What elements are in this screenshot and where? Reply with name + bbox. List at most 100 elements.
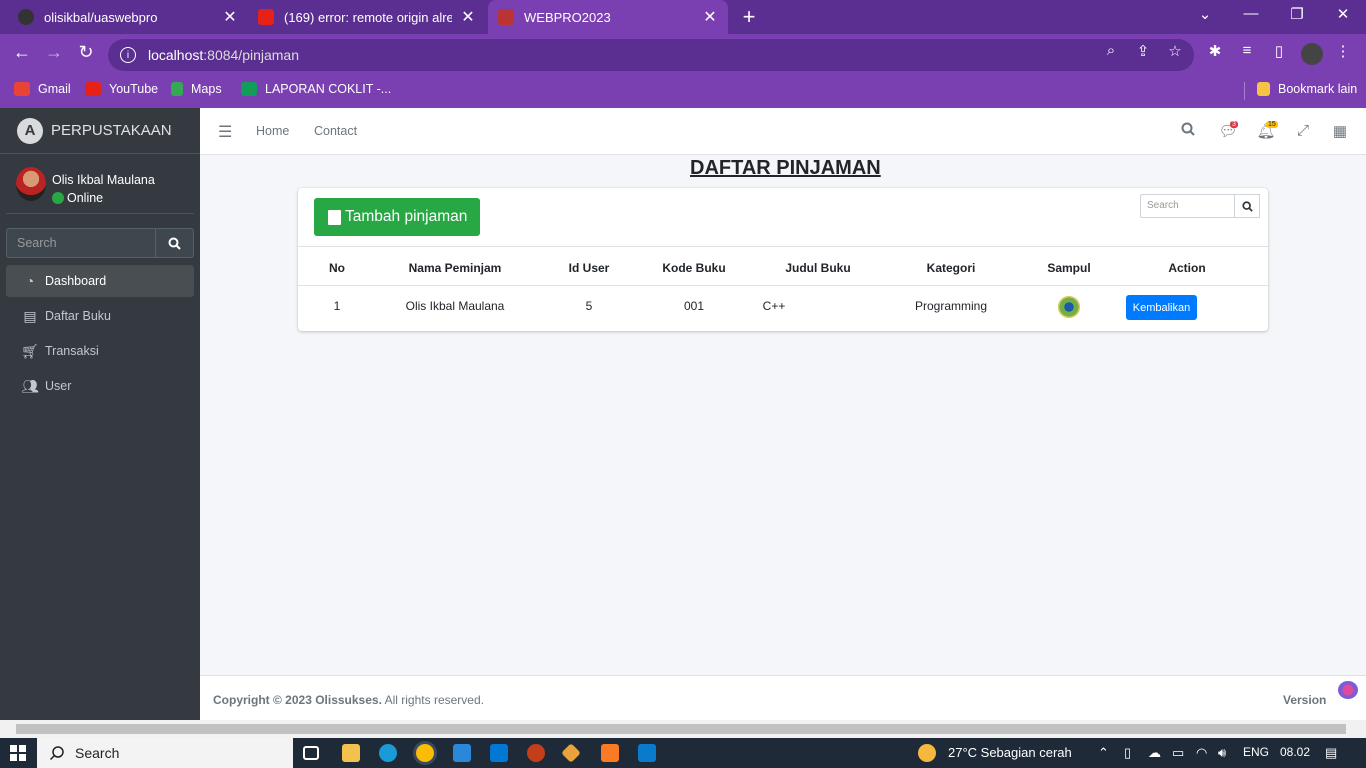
column-header-id-user: Id User (568, 261, 610, 275)
weather-icon[interactable] (918, 744, 936, 762)
volume-icon[interactable]: 🔊︎ (1218, 745, 1226, 761)
chrome-icon[interactable] (416, 744, 434, 762)
browser-tab-github[interactable]: olisikbal/uaswebpro ✕ (8, 0, 248, 34)
kembalikan-button[interactable]: Kembalikan (1126, 295, 1197, 320)
brand-link[interactable]: A PERPUSTAKAAN (0, 108, 200, 154)
sidebar-nav: ◔ Dashboard ▤ Daftar Buku 🛒︎ Transaksi 👥︎ Us… (6, 265, 194, 405)
hamburger-menu-icon[interactable]: ☰ (218, 122, 232, 142)
cloud-icon[interactable]: ☁ (1148, 745, 1161, 761)
notification-center-icon[interactable]: ▤ (1325, 745, 1337, 761)
weather-text[interactable]: 27°C Sebagian cerah (948, 745, 1072, 760)
user-status-label: Online (67, 191, 104, 205)
close-tab-icon[interactable]: ✕ (222, 7, 238, 27)
browser-tab-bar: olisikbal/uaswebpro ✕ (169) error: remot… (0, 0, 1366, 34)
bookmark-maps[interactable]: Maps (171, 82, 222, 96)
pinjaman-card: Tambah pinjaman Search No Nama Peminjam … (298, 188, 1268, 331)
nav-link-home[interactable]: Home (256, 124, 289, 138)
notifications-icon[interactable]: 🔔︎ 15 (1256, 121, 1278, 140)
page-title: DAFTAR PINJAMAN (690, 157, 881, 179)
scrollbar-thumb[interactable] (16, 724, 1346, 734)
nav-link-contact[interactable]: Contact (314, 124, 357, 138)
column-header-sampul: Sampul (1047, 261, 1091, 275)
side-panel-icon[interactable]: ▯ (1269, 42, 1289, 60)
battery-icon[interactable]: ▭ (1172, 745, 1184, 761)
sidebar: A PERPUSTAKAAN Olis Ikbal Maulana Online… (0, 108, 200, 720)
taskbar-search[interactable]: Search (37, 738, 293, 768)
sidebar-search-input[interactable]: Search (6, 228, 156, 258)
back-icon[interactable]: ← (10, 42, 34, 63)
restore-icon[interactable]: ❐ (1285, 5, 1309, 23)
show-hidden-icons-icon[interactable]: ⌃ (1098, 745, 1109, 761)
minimize-icon[interactable]: — (1239, 5, 1263, 22)
bookmark-laporan[interactable]: LAPORAN COKLIT -... (241, 82, 391, 96)
horizontal-scrollbar[interactable] (0, 720, 1366, 738)
media-icon[interactable]: ≡ (1237, 42, 1257, 59)
notifications-badge: 15 (1266, 121, 1278, 128)
close-window-icon[interactable]: ✕ (1331, 5, 1355, 23)
extensions-icon[interactable]: ✱ (1205, 42, 1225, 60)
copyright-owner[interactable]: Copyright © 2023 Olissukses. (213, 693, 382, 707)
bookmark-folder-other[interactable]: Bookmark lain (1257, 82, 1357, 96)
column-header-no: No (329, 261, 345, 275)
zoom-icon[interactable]: ⌕ (1101, 42, 1121, 59)
bookmark-star-icon[interactable]: ☆ (1165, 42, 1185, 60)
sidebar-item-transaksi[interactable]: 🛒︎ Transaksi (6, 335, 194, 367)
wifi-icon[interactable]: ◠ (1196, 745, 1207, 761)
task-view-icon[interactable] (303, 746, 319, 760)
language-indicator[interactable]: ENG (1243, 745, 1269, 759)
youtube-icon (85, 82, 101, 96)
copyright-rest: All rights reserved. (384, 693, 484, 707)
profile-avatar[interactable] (1301, 43, 1323, 65)
sidebar-item-label: Dashboard (45, 274, 107, 288)
bookmark-youtube[interactable]: YouTube (85, 82, 158, 96)
control-sidebar-icon[interactable]: ▦ (1330, 122, 1350, 140)
vscode-icon[interactable] (638, 744, 656, 762)
close-tab-icon[interactable]: ✕ (702, 7, 718, 27)
extension-brain-icon[interactable] (1338, 681, 1358, 699)
file-explorer-icon[interactable] (342, 744, 360, 762)
table-search-input[interactable]: Search (1140, 194, 1235, 218)
cell-kode-buku: 001 (683, 299, 705, 313)
messages-icon[interactable]: 💬︎ 3 (1218, 121, 1238, 140)
url-path: :8084/pinjaman (203, 47, 300, 63)
close-tab-icon[interactable]: ✕ (460, 7, 476, 27)
clock[interactable]: 08.02 (1280, 745, 1310, 759)
mail-icon[interactable] (490, 744, 508, 762)
bookmark-gmail[interactable]: Gmail (14, 82, 71, 96)
bookmark-label: Gmail (38, 82, 71, 96)
tab-search-icon[interactable]: ⌄ (1193, 5, 1217, 23)
bookmark-label: Maps (191, 82, 222, 96)
reload-icon[interactable]: ↻ (74, 42, 98, 63)
windows-start-icon[interactable] (10, 745, 26, 761)
sourcetree-icon[interactable] (561, 743, 581, 763)
sidebar-item-dashboard[interactable]: ◔ Dashboard (6, 265, 194, 297)
add-pinjaman-button[interactable]: Tambah pinjaman (314, 198, 480, 236)
book-icon (328, 209, 341, 225)
new-tab-icon[interactable]: + (738, 4, 760, 30)
table-row: 1 Olis Ikbal Maulana 5 001 C++ Programmi… (298, 286, 1268, 330)
device-icon[interactable]: ▯ (1124, 745, 1131, 761)
browser-tab-webpro[interactable]: WEBPRO2023 ✕ (488, 0, 728, 34)
xampp-icon[interactable] (601, 744, 619, 762)
site-info-icon[interactable]: i (120, 47, 136, 63)
browser-tab-youtube[interactable]: (169) error: remote origin already ✕ (248, 0, 486, 34)
user-name[interactable]: Olis Ikbal Maulana (52, 173, 155, 187)
fullscreen-icon[interactable]: ⤢ (1293, 122, 1313, 139)
column-header-judul-buku: Judul Buku (785, 261, 851, 275)
search-icon[interactable] (156, 228, 194, 258)
user-status: Online (52, 191, 103, 205)
store-icon[interactable] (453, 744, 471, 762)
search-icon[interactable] (1178, 122, 1198, 140)
share-icon[interactable]: ⇪ (1133, 42, 1153, 60)
edge-icon[interactable] (379, 744, 397, 762)
menu-icon[interactable]: ⋮ (1333, 42, 1353, 60)
url-input[interactable]: i localhost:8084/pinjaman (108, 39, 1194, 71)
powerpoint-icon[interactable] (527, 744, 545, 762)
search-icon[interactable] (1235, 194, 1260, 218)
forward-icon[interactable]: → (42, 42, 66, 63)
footer: Copyright © 2023 Olissukses. All rights … (200, 675, 1366, 720)
sidebar-item-daftar-buku[interactable]: ▤ Daftar Buku (6, 300, 194, 332)
avatar[interactable] (16, 167, 46, 201)
users-icon: 👥︎ (21, 377, 39, 394)
sidebar-item-user[interactable]: 👥︎ User (6, 370, 194, 402)
